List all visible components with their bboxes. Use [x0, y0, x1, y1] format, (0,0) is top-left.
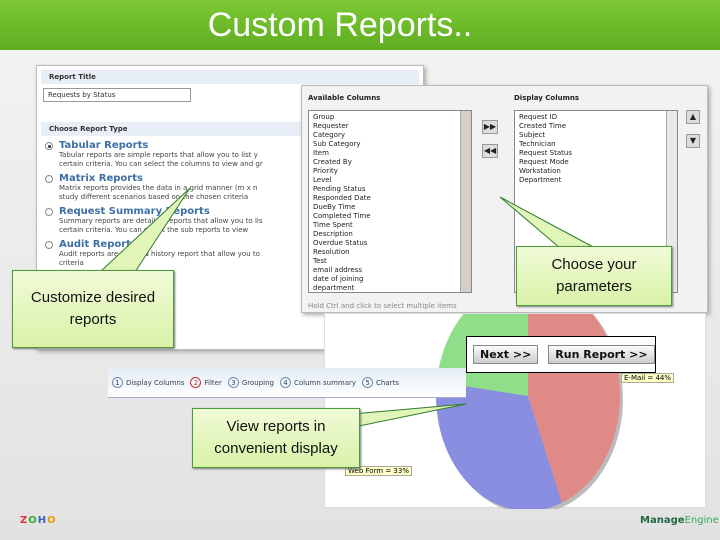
- callout-choose: Choose your parameters: [516, 246, 672, 306]
- manageengine-logo: ManageEngine: [640, 515, 719, 526]
- callout-pointer: [98, 187, 191, 273]
- callout-customize: Customize desired reports: [12, 270, 174, 348]
- callout-view: View reports in convenient display: [192, 408, 360, 468]
- callout-pointer: [499, 196, 596, 249]
- zoho-logo: ZOHO: [20, 515, 57, 526]
